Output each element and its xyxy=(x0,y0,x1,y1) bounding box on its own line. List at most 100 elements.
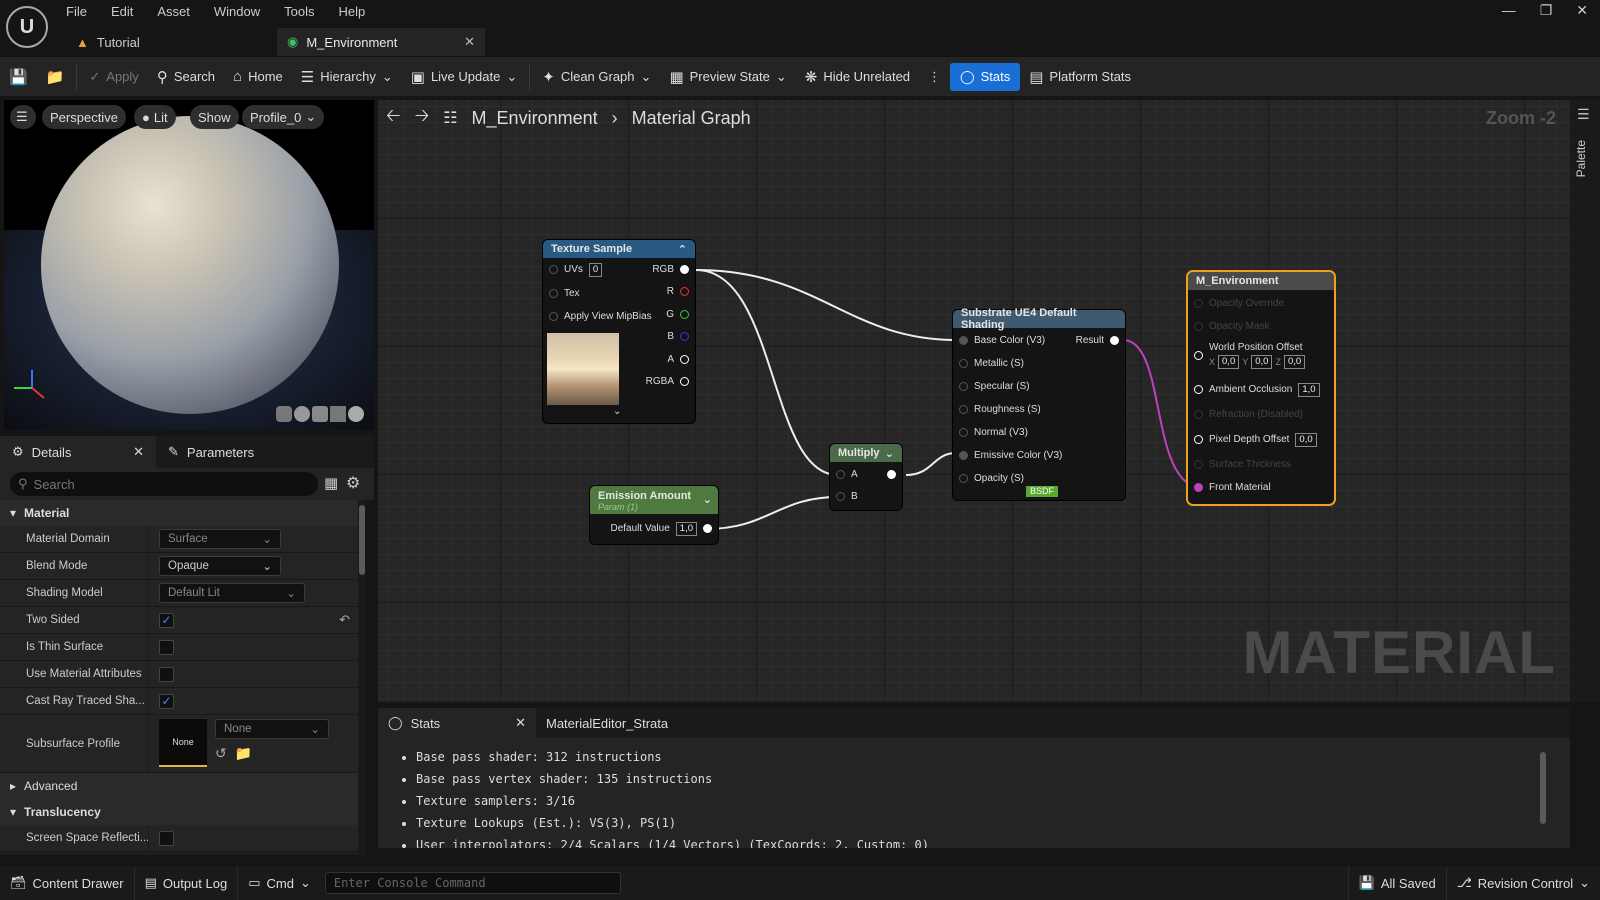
tex-pin[interactable]: Tex xyxy=(549,282,580,305)
tab-details[interactable]: ⚙ Details ✕ xyxy=(0,436,156,468)
screen-space-reflections-checkbox[interactable] xyxy=(159,830,174,846)
material-graph[interactable]: 🡠 🡢 ☷ M_Environment › Material Graph Zoo… xyxy=(378,100,1570,702)
is-thin-surface-checkbox[interactable] xyxy=(159,639,174,655)
revision-control-button[interactable]: ⎇ Revision Control ⌄ xyxy=(1447,866,1600,900)
category-translucency[interactable]: ▾ Translucency xyxy=(0,799,358,825)
hide-unrelated-button[interactable]: ❋ Hide Unrelated xyxy=(796,57,919,97)
specular-pin[interactable]: Specular (S) xyxy=(959,375,1030,398)
emission-amount-node[interactable]: Emission Amount Param (1) ⌄ Default Valu… xyxy=(590,486,718,544)
clean-graph-button[interactable]: ✦ Clean Graph ⌄ xyxy=(533,57,660,97)
category-material[interactable]: ▾ Material xyxy=(0,500,358,526)
apply-button[interactable]: ✓ Apply xyxy=(80,57,147,97)
wpo-y-field[interactable]: 0,0 xyxy=(1251,355,1273,369)
unreal-logo-icon[interactable]: U xyxy=(6,6,48,48)
preview-viewport[interactable]: ☰ Perspective ● Lit Show Profile_0 ⌄ xyxy=(4,100,374,430)
multiply-a-pin[interactable]: A xyxy=(836,463,858,486)
b-output-pin[interactable]: B xyxy=(667,325,689,348)
sphere-icon[interactable] xyxy=(294,406,310,422)
opacity-pin[interactable]: Opacity (S) xyxy=(959,467,1024,490)
shading-model-dropdown[interactable]: Default Lit ⌄ xyxy=(159,583,305,603)
stats-button[interactable]: ◯ Stats xyxy=(950,62,1021,91)
front-material-pin[interactable]: Front Material xyxy=(1194,476,1271,499)
ambient-occlusion-pin[interactable]: Ambient Occlusion 1,0 xyxy=(1194,378,1320,401)
normal-pin[interactable]: Normal (V3) xyxy=(959,421,1028,444)
cmd-dropdown[interactable]: ▭ Cmd ⌄ xyxy=(238,866,321,900)
restore-icon[interactable]: ❐ xyxy=(1540,2,1553,19)
preview-state-button[interactable]: ▦ Preview State ⌄ xyxy=(660,57,795,97)
subsurface-thumbnail[interactable]: None xyxy=(159,719,207,767)
tab-material-editor-strata[interactable]: MaterialEditor_Strata xyxy=(536,708,678,738)
menu-edit[interactable]: Edit xyxy=(111,4,145,19)
wpo-z-field[interactable]: 0,0 xyxy=(1283,355,1306,369)
emissive-color-pin[interactable]: Emissive Color (V3) xyxy=(959,444,1062,467)
pixel-depth-offset-pin[interactable]: Pixel Depth Offset 0,0 xyxy=(1194,428,1317,451)
roughness-pin[interactable]: Roughness (S) xyxy=(959,398,1041,421)
home-button[interactable]: ⌂ Home xyxy=(224,57,292,97)
table-view-icon[interactable]: ▦ xyxy=(324,474,338,492)
more-options-icon[interactable]: ⋮ xyxy=(919,57,950,97)
result-output-pin[interactable]: Result xyxy=(1076,329,1119,352)
browse-button[interactable]: 📁 xyxy=(37,57,74,97)
default-value-pin[interactable]: Default Value 1,0 xyxy=(610,517,712,540)
menu-help[interactable]: Help xyxy=(338,4,377,19)
reset-to-default-icon[interactable]: ↶ xyxy=(339,612,350,628)
console-input[interactable]: Enter Console Command xyxy=(324,872,621,894)
menu-tools[interactable]: Tools xyxy=(284,4,326,19)
stats-scroll-thumb[interactable] xyxy=(1540,752,1546,824)
use-selected-icon[interactable]: ↺ xyxy=(215,745,227,762)
menu-asset[interactable]: Asset xyxy=(157,4,202,19)
chevron-down-icon[interactable]: ⌄ xyxy=(885,447,894,460)
material-domain-dropdown[interactable]: Surface ⌄ xyxy=(159,529,281,549)
live-update-button[interactable]: ▣ Live Update ⌄ xyxy=(402,57,526,97)
details-scroll-thumb[interactable] xyxy=(359,505,365,575)
tab-parameters[interactable]: ✎ Parameters xyxy=(156,436,266,468)
subsurface-profile-dropdown[interactable]: None ⌄ xyxy=(215,719,329,739)
close-tab-icon[interactable]: ✕ xyxy=(464,34,475,50)
menu-window[interactable]: Window xyxy=(214,4,272,19)
viewport-menu-icon[interactable]: ☰ xyxy=(10,105,36,129)
all-saved-button[interactable]: 💾 All Saved xyxy=(1347,866,1447,900)
palette-label[interactable]: Palette xyxy=(1574,140,1588,177)
details-search-input[interactable]: ⚲ Search xyxy=(10,472,318,496)
material-output-node[interactable]: M_Environment Opacity Override Opacity M… xyxy=(1188,272,1334,504)
search-button[interactable]: ⚲ Search xyxy=(148,57,224,97)
close-stats-icon[interactable]: ✕ xyxy=(515,715,526,731)
show-button[interactable]: Show xyxy=(190,105,239,129)
category-advanced[interactable]: ▸ Advanced xyxy=(0,773,358,799)
g-output-pin[interactable]: G xyxy=(666,303,689,326)
a-output-pin[interactable]: A xyxy=(667,348,689,371)
texture-sample-node[interactable]: Texture Sample ⌃ UVs 0 Tex Apply View MipB… xyxy=(543,240,695,423)
perspective-button[interactable]: Perspective xyxy=(42,105,126,129)
menu-file[interactable]: File xyxy=(66,4,99,19)
wpo-x-field[interactable]: 0,0 xyxy=(1218,355,1240,369)
blend-mode-dropdown[interactable]: Opaque ⌄ xyxy=(159,556,281,576)
lit-button[interactable]: ● Lit xyxy=(134,105,176,129)
teapot-icon[interactable] xyxy=(348,406,364,422)
output-log-button[interactable]: ▤ Output Log xyxy=(135,866,239,900)
palette-sidebar[interactable]: ☰ xyxy=(1570,100,1600,702)
two-sided-checkbox[interactable]: ✓ xyxy=(159,612,174,628)
close-window-icon[interactable]: ✕ xyxy=(1576,2,1588,19)
content-drawer-button[interactable]: 🗃 Content Drawer xyxy=(0,866,135,900)
plane-icon[interactable] xyxy=(312,406,328,422)
multiply-output-pin[interactable] xyxy=(887,463,896,486)
mipbias-pin[interactable]: Apply View MipBias xyxy=(549,305,652,328)
collapse-icon[interactable]: ⌃ xyxy=(678,243,687,256)
metallic-pin[interactable]: Metallic (S) xyxy=(959,352,1024,375)
hierarchy-button[interactable]: ☰ Hierarchy ⌄ xyxy=(292,57,402,97)
multiply-node[interactable]: Multiply ⌄ A B xyxy=(830,444,902,510)
multiply-b-pin[interactable]: B xyxy=(836,485,858,508)
palette-menu-icon[interactable]: ☰ xyxy=(1577,106,1590,123)
cast-ray-traced-shadows-checkbox[interactable]: ✓ xyxy=(159,693,174,709)
cube-icon[interactable] xyxy=(330,406,346,422)
tab-stats[interactable]: ◯ Stats ✕ xyxy=(378,708,536,738)
r-output-pin[interactable]: R xyxy=(667,280,689,303)
base-color-pin[interactable]: Base Color (V3) xyxy=(959,329,1045,352)
chevron-down-icon[interactable]: ⌄ xyxy=(703,493,712,506)
expand-icon[interactable]: ⌄ xyxy=(613,406,621,417)
uvs-pin[interactable]: UVs 0 xyxy=(549,258,603,281)
profile-button[interactable]: Profile_0 ⌄ xyxy=(242,105,325,129)
minimize-icon[interactable]: — xyxy=(1502,2,1516,19)
cylinder-icon[interactable] xyxy=(276,406,292,422)
browse-folder-icon[interactable]: 📁 xyxy=(235,745,252,762)
